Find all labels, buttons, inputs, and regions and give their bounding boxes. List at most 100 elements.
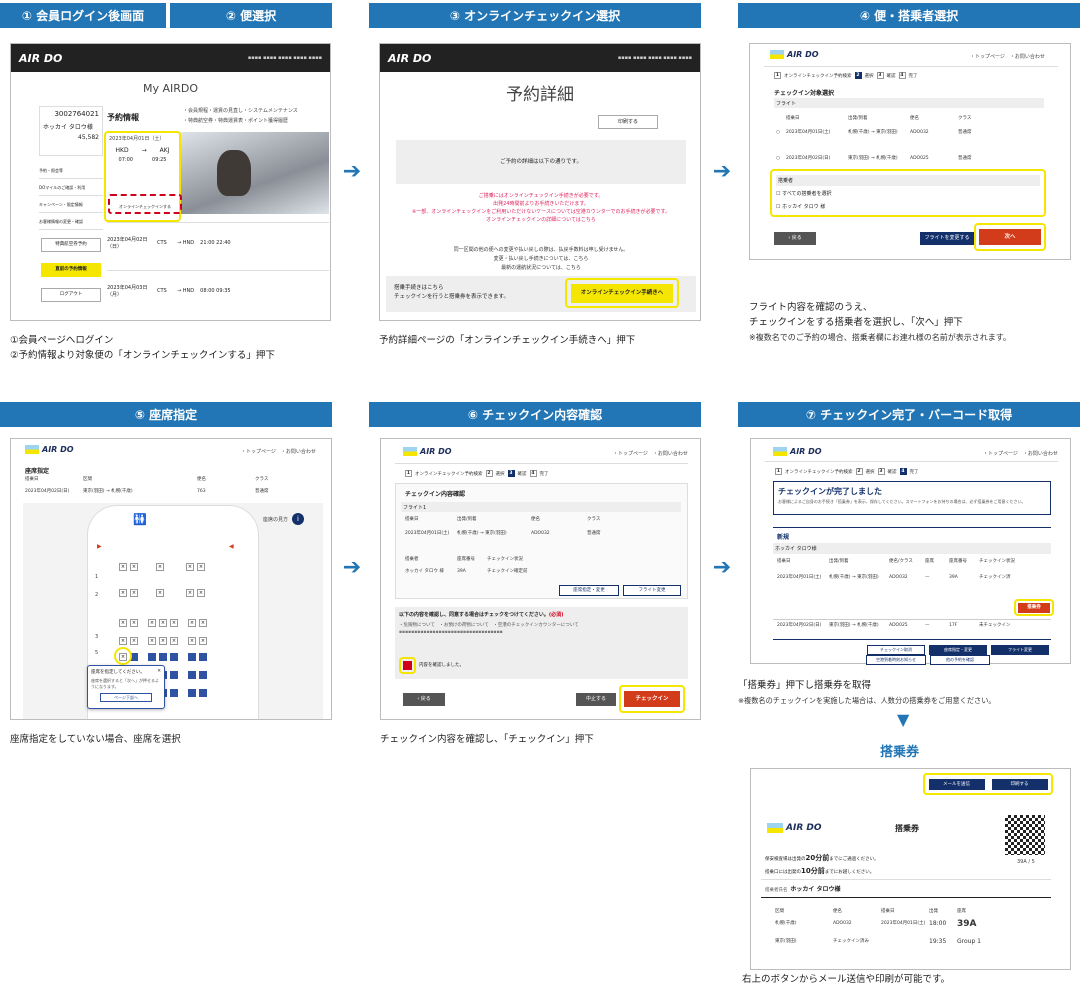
logout-button[interactable]: ログアウト (41, 288, 101, 302)
flight-row-3[interactable]: 2023年04月03日（月） CTS → HND 08:00 09:35 (107, 270, 329, 310)
top-links[interactable]: ・トップページ ・お問い合わせ (241, 449, 316, 456)
seat-change-button[interactable]: 座席指定・変更 (929, 645, 987, 655)
seat[interactable]: × (130, 637, 138, 645)
top-links[interactable]: ・トップページ ・お問い合わせ (983, 451, 1058, 458)
airdo-logo[interactable]: AIR DO (773, 447, 822, 456)
action-buttons-row1: チェックイン取消 座席指定・変更 フライト変更 (867, 645, 1049, 655)
seat[interactable]: × (159, 637, 167, 645)
checkin-button[interactable]: チェックイン (624, 691, 680, 707)
other-booking-button[interactable]: 他の予約を確認 (930, 655, 990, 665)
seat-available[interactable] (170, 671, 178, 679)
menu-item[interactable]: 予約・照会等 (39, 162, 103, 179)
online-checkin-link-highlight[interactable]: オンラインチェックインする (108, 194, 182, 214)
seat[interactable]: × (119, 589, 127, 597)
flight-row-2[interactable]: 2023年04月02日（日） CTS → HND 21:00 22:40 (107, 222, 329, 262)
seat[interactable]: × (119, 637, 127, 645)
top-links[interactable]: ・トップページ ・お問い合わせ (970, 54, 1045, 61)
menu-item[interactable]: DOマイルのご確認・利用 (39, 179, 103, 196)
airdo-logo[interactable]: AIR DO (25, 445, 74, 454)
menu-item[interactable]: お客様情報の変更・確認 (39, 213, 103, 230)
passenger-checkbox[interactable]: ホッカイ タロウ 様 (782, 204, 825, 210)
recent-booking-button[interactable]: 直前の予約情報 (41, 263, 101, 277)
send-mail-button[interactable]: メールを送信 (928, 778, 985, 790)
seat-change-button[interactable]: 座席指定・変更 (559, 585, 619, 596)
flight-row[interactable]: ○ 2023年04月02日(日) 東京(羽田) → 札幌(千歳) ADO025 普通席 (776, 156, 1036, 162)
seat[interactable]: × (130, 619, 138, 627)
caption-3: 予約詳細ページの「オンラインチェックイン手続きへ」押下 (379, 335, 636, 346)
info-link-4[interactable]: ・ポイント獲得履歴 (243, 118, 313, 125)
online-checkin-procedure-button[interactable]: オンラインチェックイン手続きへ (571, 283, 673, 303)
seat-available[interactable] (188, 689, 196, 697)
agree-checkbox-highlight (399, 657, 416, 674)
flight-change-button[interactable]: フライト変更 (991, 645, 1049, 655)
airdo-logo[interactable]: AIR DO (403, 447, 452, 456)
back-button[interactable]: ‹ 戻る (774, 232, 816, 245)
step7-header: ⑦ チェックイン完了・バーコード取得 (738, 402, 1080, 427)
seat[interactable]: × (199, 637, 207, 645)
to-airport: 東京(羽田) (775, 939, 797, 944)
boarding-pass-button[interactable]: 搭乗券 (1018, 602, 1050, 613)
screenshot-reservation-detail: AIR DO ▪▪▪▪ ▪▪▪▪ ▪▪▪▪ ▪▪▪▪ ▪▪▪▪ 予約詳細 印刷す… (379, 43, 701, 321)
seat[interactable]: × (170, 637, 178, 645)
passenger-label: 搭乗者 (776, 175, 1040, 186)
cancel-checkin-button[interactable]: チェックイン取消 (867, 645, 925, 655)
back-button[interactable]: ‹ 戻る (403, 693, 445, 706)
seat-available[interactable] (199, 671, 207, 679)
seat[interactable]: × (197, 563, 205, 571)
status-link[interactable]: 最新の運航状況については、こちら (396, 264, 686, 273)
seat[interactable]: × (119, 563, 127, 571)
page-bottom-button[interactable]: ページ下部へ (100, 693, 152, 702)
seat[interactable]: × (119, 619, 127, 627)
seat[interactable]: × (197, 589, 205, 597)
online-checkin-link[interactable]: オンラインチェックインする (119, 204, 171, 210)
checkin-status: チェックイン済み (833, 939, 869, 944)
seat[interactable]: × (188, 637, 196, 645)
seat[interactable]: × (148, 637, 156, 645)
flight-table-header: 搭乗日 出発/到着 便名 クラス (405, 517, 601, 522)
select-all-passengers[interactable]: すべての搭乗者を選択 (782, 191, 831, 197)
airdo-logo[interactable]: AIR DO (388, 52, 431, 65)
top-links[interactable]: ・トップページ ・お問い合わせ (613, 451, 688, 458)
seat[interactable]: × (130, 563, 138, 571)
award-ticket-button[interactable]: 特典航空券予約 (41, 238, 101, 252)
seat[interactable]: × (148, 619, 156, 627)
flight-row[interactable]: ○ 2023年04月01日(土) 札幌(千歳) → 東京(羽田) ADO032 普通席 (776, 130, 1036, 136)
seat-available[interactable] (159, 653, 167, 661)
seat-available[interactable] (170, 653, 178, 661)
seat-available[interactable] (188, 671, 196, 679)
arrival-notice-button[interactable]: 空港到着時刻お知らせ (866, 655, 926, 665)
seat-available[interactable] (170, 689, 178, 697)
airdo-logo[interactable]: AIR DO (770, 50, 819, 59)
seat[interactable]: × (130, 589, 138, 597)
info-icon[interactable]: i (292, 513, 304, 525)
airdo-logo: AIR DO (767, 823, 822, 833)
airdo-logo[interactable]: AIR DO (19, 52, 62, 65)
seat-available[interactable] (188, 653, 196, 661)
flight-date: 2023年04月02日（日） (107, 236, 148, 250)
seat[interactable]: × (170, 619, 178, 627)
seat[interactable]: × (159, 619, 167, 627)
checkin-details-link[interactable]: オンラインチェックインの詳細についてはこちら (396, 216, 686, 224)
refund-link[interactable]: 変更・払い戻し手続きについては、こちら (396, 255, 686, 264)
seat[interactable]: × (199, 619, 207, 627)
seat[interactable]: × (156, 563, 164, 571)
seat[interactable]: × (186, 563, 194, 571)
close-icon[interactable]: ✕ (157, 669, 161, 675)
cancel-button[interactable]: 中止する (576, 693, 616, 706)
change-flight-button[interactable]: フライトを変更する (920, 232, 974, 245)
seat-available[interactable] (199, 653, 207, 661)
info-link-2[interactable]: ・システムメンテナンス (243, 108, 313, 115)
seat-available[interactable] (148, 653, 156, 661)
next-button[interactable]: 次へ (979, 229, 1041, 245)
seat[interactable]: × (188, 619, 196, 627)
seat[interactable]: × (156, 589, 164, 597)
member-menu: 予約・照会等 DOマイルのご確認・利用 キャンペーン・限定情報 お客様情報の変更… (39, 162, 103, 230)
print-button[interactable]: 印刷する (991, 778, 1048, 790)
agree-checkbox[interactable] (403, 661, 412, 670)
flight-change-button[interactable]: フライト変更 (623, 585, 681, 596)
step-progress: 1 オンラインチェックイン予約検索 2 選択 3 確認 4 完了 (405, 470, 549, 477)
menu-item[interactable]: キャンペーン・限定情報 (39, 196, 103, 213)
print-button[interactable]: 印刷する (598, 115, 658, 129)
seat-available[interactable] (199, 689, 207, 697)
seat[interactable]: × (186, 589, 194, 597)
